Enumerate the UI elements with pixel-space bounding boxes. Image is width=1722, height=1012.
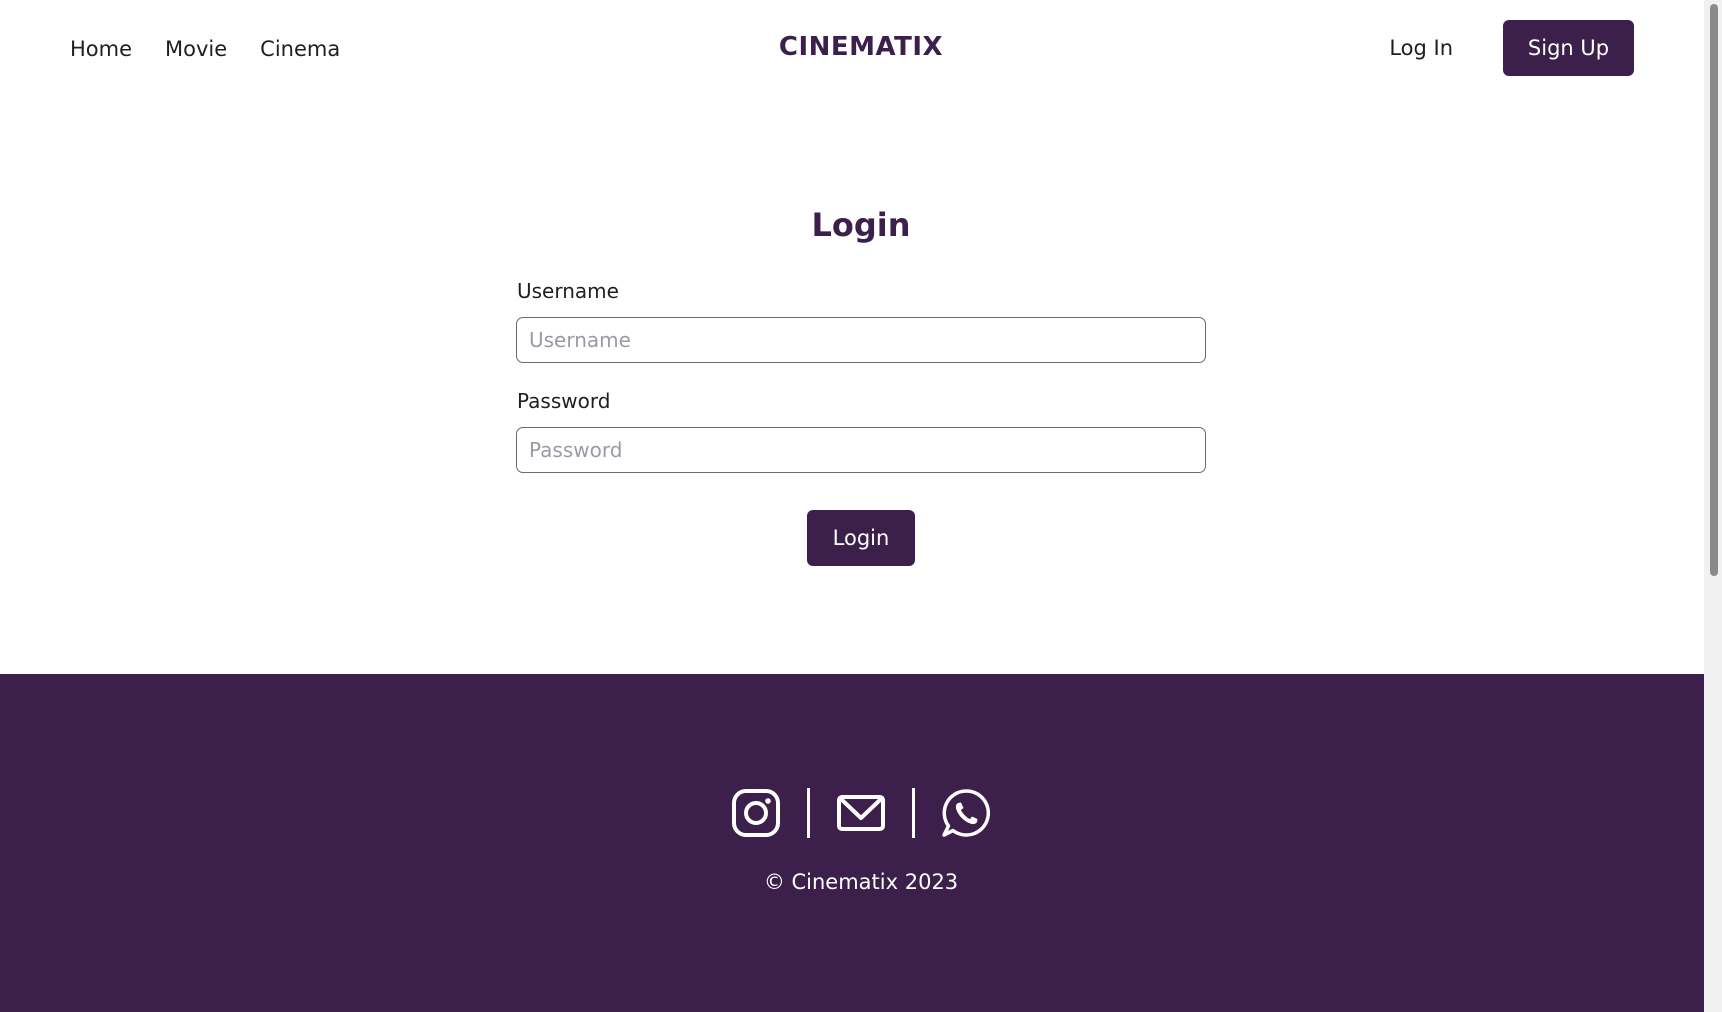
nav-link-cinema[interactable]: Cinema: [260, 37, 340, 61]
auth-actions: Log In Sign Up: [1389, 20, 1634, 76]
login-title: Login: [811, 206, 911, 244]
login-link[interactable]: Log In: [1389, 36, 1453, 60]
nav-links: Home Movie Cinema: [70, 0, 340, 98]
username-input[interactable]: [516, 317, 1206, 363]
mail-icon[interactable]: [836, 788, 886, 838]
password-input[interactable]: [516, 427, 1206, 473]
login-submit-button[interactable]: Login: [807, 510, 915, 566]
password-label: Password: [517, 389, 611, 413]
nav-link-home[interactable]: Home: [70, 37, 132, 61]
brand-logo[interactable]: CINEMATIX: [779, 32, 943, 62]
username-label: Username: [517, 279, 619, 303]
divider: [807, 788, 810, 838]
copyright-text: © Cinematix 2023: [763, 870, 959, 894]
instagram-icon[interactable]: [731, 788, 781, 838]
social-links: [0, 788, 1722, 838]
whatsapp-icon[interactable]: [941, 788, 991, 838]
signup-button[interactable]: Sign Up: [1503, 20, 1634, 76]
scrollbar-thumb[interactable]: [1710, 4, 1718, 576]
nav-link-movie[interactable]: Movie: [165, 37, 227, 61]
navbar: Home Movie Cinema CINEMATIX Log In Sign …: [0, 0, 1704, 98]
footer: © Cinematix 2023: [0, 674, 1704, 1012]
page: Home Movie Cinema CINEMATIX Log In Sign …: [0, 0, 1722, 1012]
vertical-scrollbar[interactable]: [1704, 0, 1722, 1012]
divider: [912, 788, 915, 838]
